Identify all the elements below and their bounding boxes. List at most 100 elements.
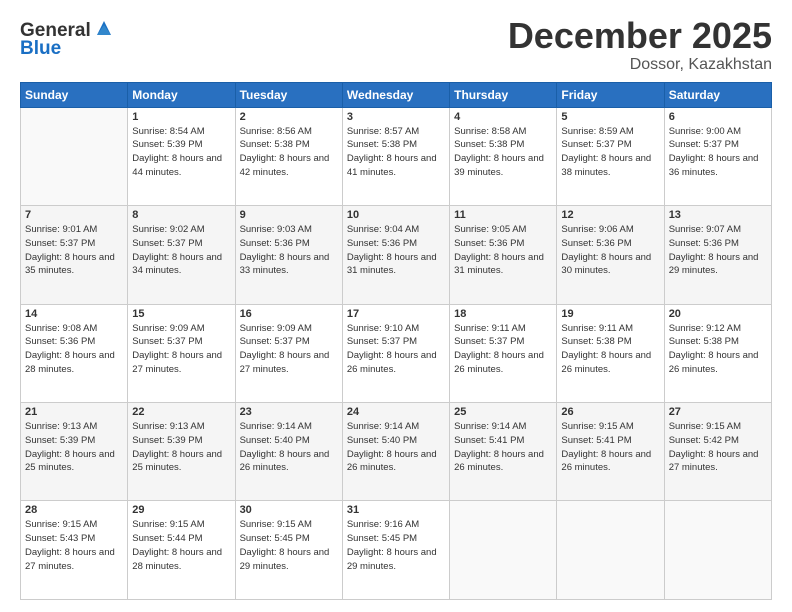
calendar-cell: 18 Sunrise: 9:11 AMSunset: 5:37 PMDaylig… (450, 304, 557, 402)
day-number: 11 (454, 209, 552, 221)
weekday-header-thursday: Thursday (450, 82, 557, 107)
calendar-cell: 27 Sunrise: 9:15 AMSunset: 5:42 PMDaylig… (664, 403, 771, 501)
calendar-cell: 22 Sunrise: 9:13 AMSunset: 5:39 PMDaylig… (128, 403, 235, 501)
day-number: 14 (25, 308, 123, 320)
day-number: 30 (240, 504, 338, 516)
week-row-5: 28 Sunrise: 9:15 AMSunset: 5:43 PMDaylig… (21, 501, 772, 600)
weekday-header-friday: Friday (557, 82, 664, 107)
calendar-cell (664, 501, 771, 600)
day-info: Sunrise: 9:14 AMSunset: 5:41 PMDaylight:… (454, 420, 552, 475)
day-number: 12 (561, 209, 659, 221)
day-number: 18 (454, 308, 552, 320)
day-number: 29 (132, 504, 230, 516)
day-info: Sunrise: 9:13 AMSunset: 5:39 PMDaylight:… (25, 420, 123, 475)
day-info: Sunrise: 9:04 AMSunset: 5:36 PMDaylight:… (347, 223, 445, 278)
day-info: Sunrise: 9:08 AMSunset: 5:36 PMDaylight:… (25, 322, 123, 377)
day-info: Sunrise: 9:05 AMSunset: 5:36 PMDaylight:… (454, 223, 552, 278)
day-info: Sunrise: 9:14 AMSunset: 5:40 PMDaylight:… (240, 420, 338, 475)
calendar-cell: 26 Sunrise: 9:15 AMSunset: 5:41 PMDaylig… (557, 403, 664, 501)
day-info: Sunrise: 9:15 AMSunset: 5:45 PMDaylight:… (240, 518, 338, 573)
day-info: Sunrise: 9:01 AMSunset: 5:37 PMDaylight:… (25, 223, 123, 278)
day-number: 9 (240, 209, 338, 221)
day-number: 8 (132, 209, 230, 221)
page: General Blue December 2025 Dossor, Kazak… (0, 0, 792, 612)
header: General Blue December 2025 Dossor, Kazak… (20, 16, 772, 74)
day-number: 7 (25, 209, 123, 221)
week-row-1: 1 Sunrise: 8:54 AMSunset: 5:39 PMDayligh… (21, 107, 772, 205)
calendar-table: SundayMondayTuesdayWednesdayThursdayFrid… (20, 82, 772, 600)
calendar-cell: 3 Sunrise: 8:57 AMSunset: 5:38 PMDayligh… (342, 107, 449, 205)
day-info: Sunrise: 9:14 AMSunset: 5:40 PMDaylight:… (347, 420, 445, 475)
day-info: Sunrise: 9:11 AMSunset: 5:37 PMDaylight:… (454, 322, 552, 377)
day-info: Sunrise: 9:09 AMSunset: 5:37 PMDaylight:… (240, 322, 338, 377)
day-number: 1 (132, 111, 230, 123)
day-info: Sunrise: 9:16 AMSunset: 5:45 PMDaylight:… (347, 518, 445, 573)
day-info: Sunrise: 9:13 AMSunset: 5:39 PMDaylight:… (132, 420, 230, 475)
day-number: 20 (669, 308, 767, 320)
calendar-cell: 6 Sunrise: 9:00 AMSunset: 5:37 PMDayligh… (664, 107, 771, 205)
day-info: Sunrise: 9:12 AMSunset: 5:38 PMDaylight:… (669, 322, 767, 377)
weekday-header-saturday: Saturday (664, 82, 771, 107)
calendar-cell: 25 Sunrise: 9:14 AMSunset: 5:41 PMDaylig… (450, 403, 557, 501)
day-number: 28 (25, 504, 123, 516)
calendar-cell: 19 Sunrise: 9:11 AMSunset: 5:38 PMDaylig… (557, 304, 664, 402)
calendar-cell: 4 Sunrise: 8:58 AMSunset: 5:38 PMDayligh… (450, 107, 557, 205)
day-number: 5 (561, 111, 659, 123)
day-number: 25 (454, 406, 552, 418)
day-info: Sunrise: 9:15 AMSunset: 5:43 PMDaylight:… (25, 518, 123, 573)
calendar-cell: 24 Sunrise: 9:14 AMSunset: 5:40 PMDaylig… (342, 403, 449, 501)
calendar-cell (21, 107, 128, 205)
day-info: Sunrise: 9:09 AMSunset: 5:37 PMDaylight:… (132, 322, 230, 377)
calendar-cell: 15 Sunrise: 9:09 AMSunset: 5:37 PMDaylig… (128, 304, 235, 402)
weekday-header-wednesday: Wednesday (342, 82, 449, 107)
day-info: Sunrise: 9:03 AMSunset: 5:36 PMDaylight:… (240, 223, 338, 278)
calendar-cell: 12 Sunrise: 9:06 AMSunset: 5:36 PMDaylig… (557, 206, 664, 304)
calendar-cell: 16 Sunrise: 9:09 AMSunset: 5:37 PMDaylig… (235, 304, 342, 402)
day-number: 16 (240, 308, 338, 320)
day-number: 10 (347, 209, 445, 221)
day-number: 24 (347, 406, 445, 418)
day-info: Sunrise: 9:06 AMSunset: 5:36 PMDaylight:… (561, 223, 659, 278)
month-title: December 2025 (508, 16, 772, 56)
day-info: Sunrise: 9:15 AMSunset: 5:42 PMDaylight:… (669, 420, 767, 475)
day-number: 15 (132, 308, 230, 320)
calendar-cell: 13 Sunrise: 9:07 AMSunset: 5:36 PMDaylig… (664, 206, 771, 304)
weekday-header-sunday: Sunday (21, 82, 128, 107)
calendar-cell: 11 Sunrise: 9:05 AMSunset: 5:36 PMDaylig… (450, 206, 557, 304)
day-number: 2 (240, 111, 338, 123)
day-info: Sunrise: 8:54 AMSunset: 5:39 PMDaylight:… (132, 125, 230, 180)
calendar-cell: 23 Sunrise: 9:14 AMSunset: 5:40 PMDaylig… (235, 403, 342, 501)
day-number: 17 (347, 308, 445, 320)
day-number: 31 (347, 504, 445, 516)
weekday-header-tuesday: Tuesday (235, 82, 342, 107)
calendar-cell: 7 Sunrise: 9:01 AMSunset: 5:37 PMDayligh… (21, 206, 128, 304)
day-number: 6 (669, 111, 767, 123)
day-info: Sunrise: 9:07 AMSunset: 5:36 PMDaylight:… (669, 223, 767, 278)
logo-blue: Blue (20, 38, 61, 60)
day-number: 21 (25, 406, 123, 418)
day-info: Sunrise: 8:58 AMSunset: 5:38 PMDaylight:… (454, 125, 552, 180)
day-info: Sunrise: 8:57 AMSunset: 5:38 PMDaylight:… (347, 125, 445, 180)
day-info: Sunrise: 8:56 AMSunset: 5:38 PMDaylight:… (240, 125, 338, 180)
day-info: Sunrise: 9:11 AMSunset: 5:38 PMDaylight:… (561, 322, 659, 377)
day-info: Sunrise: 9:15 AMSunset: 5:44 PMDaylight:… (132, 518, 230, 573)
day-number: 13 (669, 209, 767, 221)
day-number: 19 (561, 308, 659, 320)
calendar-cell: 31 Sunrise: 9:16 AMSunset: 5:45 PMDaylig… (342, 501, 449, 600)
day-number: 22 (132, 406, 230, 418)
day-info: Sunrise: 8:59 AMSunset: 5:37 PMDaylight:… (561, 125, 659, 180)
day-number: 3 (347, 111, 445, 123)
calendar-cell (557, 501, 664, 600)
calendar-cell: 29 Sunrise: 9:15 AMSunset: 5:44 PMDaylig… (128, 501, 235, 600)
calendar-cell: 28 Sunrise: 9:15 AMSunset: 5:43 PMDaylig… (21, 501, 128, 600)
calendar-cell: 10 Sunrise: 9:04 AMSunset: 5:36 PMDaylig… (342, 206, 449, 304)
calendar-cell: 30 Sunrise: 9:15 AMSunset: 5:45 PMDaylig… (235, 501, 342, 600)
title-section: December 2025 Dossor, Kazakhstan (508, 16, 772, 74)
day-info: Sunrise: 9:02 AMSunset: 5:37 PMDaylight:… (132, 223, 230, 278)
weekday-header-row: SundayMondayTuesdayWednesdayThursdayFrid… (21, 82, 772, 107)
calendar-cell: 2 Sunrise: 8:56 AMSunset: 5:38 PMDayligh… (235, 107, 342, 205)
calendar-cell: 17 Sunrise: 9:10 AMSunset: 5:37 PMDaylig… (342, 304, 449, 402)
week-row-4: 21 Sunrise: 9:13 AMSunset: 5:39 PMDaylig… (21, 403, 772, 501)
weekday-header-monday: Monday (128, 82, 235, 107)
calendar-cell: 9 Sunrise: 9:03 AMSunset: 5:36 PMDayligh… (235, 206, 342, 304)
